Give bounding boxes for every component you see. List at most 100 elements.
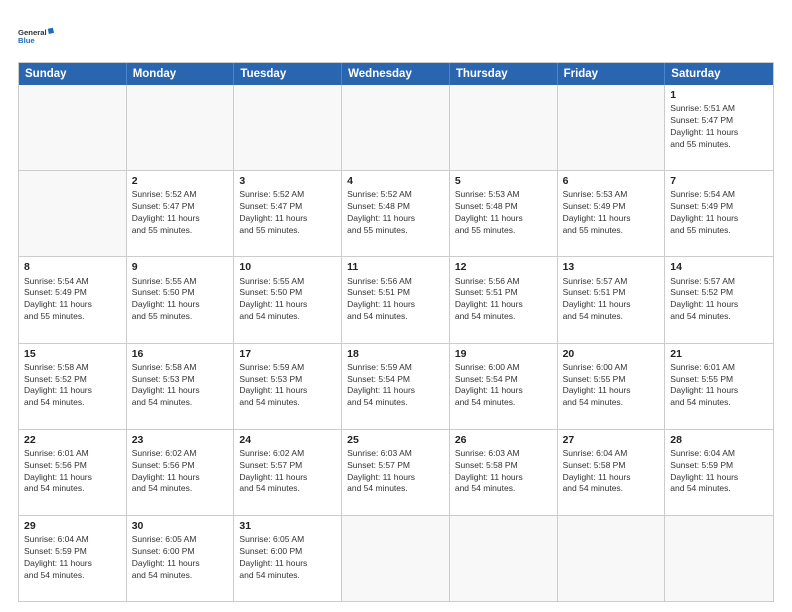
- day-num: 30: [132, 519, 229, 533]
- day-num: 24: [239, 433, 336, 447]
- day-num: 19: [455, 347, 552, 361]
- day-num: 21: [670, 347, 768, 361]
- calendar: SundayMondayTuesdayWednesdayThursdayFrid…: [18, 62, 774, 602]
- cal-cell-empty: [665, 516, 773, 601]
- cell-text: Sunrise: 5:54 AMSunset: 5:49 PMDaylight:…: [24, 276, 92, 322]
- day-num: 17: [239, 347, 336, 361]
- day-num: 11: [347, 260, 444, 274]
- cal-week-1: 2 Sunrise: 5:52 AMSunset: 5:47 PMDaylight…: [19, 170, 773, 256]
- cell-text: Sunrise: 5:56 AMSunset: 5:51 PMDaylight:…: [347, 276, 415, 322]
- cell-text: Sunrise: 6:04 AMSunset: 5:59 PMDaylight:…: [24, 534, 92, 580]
- cell-text: Sunrise: 6:04 AMSunset: 5:59 PMDaylight:…: [670, 448, 738, 494]
- cell-text: Sunrise: 6:01 AMSunset: 5:56 PMDaylight:…: [24, 448, 92, 494]
- cal-week-5: 29Sunrise: 6:04 AMSunset: 5:59 PMDayligh…: [19, 515, 773, 601]
- cal-cell-6: 6Sunrise: 5:53 AMSunset: 5:49 PMDaylight…: [558, 171, 666, 256]
- day-num: 4: [347, 174, 444, 188]
- cell-text: Sunrise: 6:03 AMSunset: 5:58 PMDaylight:…: [455, 448, 523, 494]
- cell-text: Sunrise: 6:02 AMSunset: 5:57 PMDaylight:…: [239, 448, 307, 494]
- cell-text: Sunrise: 5:52 AMSunset: 5:48 PMDaylight:…: [347, 189, 415, 235]
- cell-text: Sunrise: 5:56 AMSunset: 5:51 PMDaylight:…: [455, 276, 523, 322]
- cal-cell-1: 1Sunrise: 5:51 AMSunset: 5:47 PMDaylight…: [665, 85, 773, 170]
- calendar-header-row: SundayMondayTuesdayWednesdayThursdayFrid…: [19, 63, 773, 85]
- svg-text:General: General: [18, 28, 47, 37]
- cal-cell-26: 26Sunrise: 6:03 AMSunset: 5:58 PMDayligh…: [450, 430, 558, 515]
- cal-cell-19: 19Sunrise: 6:00 AMSunset: 5:54 PMDayligh…: [450, 344, 558, 429]
- cal-cell-empty: [558, 85, 666, 170]
- cell-text: Sunrise: 5:55 AMSunset: 5:50 PMDaylight:…: [132, 276, 200, 322]
- cell-text: Sunrise: 5:58 AMSunset: 5:53 PMDaylight:…: [132, 362, 200, 408]
- cell-text: Sunrise: 6:04 AMSunset: 5:58 PMDaylight:…: [563, 448, 631, 494]
- day-num: 14: [670, 260, 768, 274]
- cell-text: Sunrise: 5:51 AMSunset: 5:47 PMDaylight:…: [670, 103, 738, 149]
- cell-text: Sunrise: 6:00 AMSunset: 5:54 PMDaylight:…: [455, 362, 523, 408]
- cal-header-saturday: Saturday: [665, 63, 773, 85]
- cal-cell-empty: [558, 516, 666, 601]
- cell-text: Sunrise: 5:59 AMSunset: 5:54 PMDaylight:…: [347, 362, 415, 408]
- cal-week-2: 8Sunrise: 5:54 AMSunset: 5:49 PMDaylight…: [19, 256, 773, 342]
- cal-header-friday: Friday: [558, 63, 666, 85]
- cell-text: Sunrise: 5:57 AMSunset: 5:52 PMDaylight:…: [670, 276, 738, 322]
- cal-cell-14: 14 Sunrise: 5:57 AMSunset: 5:52 PMDayligh…: [665, 257, 773, 342]
- cal-header-sunday: Sunday: [19, 63, 127, 85]
- logo-svg: General Blue: [18, 18, 54, 54]
- day-num: 2: [132, 174, 229, 188]
- day-num: 6: [563, 174, 660, 188]
- cal-header-thursday: Thursday: [450, 63, 558, 85]
- cell-text: Sunrise: 5:53 AMSunset: 5:48 PMDaylight:…: [455, 189, 523, 235]
- cal-cell-3: 3Sunrise: 5:52 AMSunset: 5:47 PMDaylight…: [234, 171, 342, 256]
- cell-text: Sunrise: 6:00 AMSunset: 5:55 PMDaylight:…: [563, 362, 631, 408]
- svg-text:Blue: Blue: [18, 36, 35, 45]
- cal-cell-22: 22Sunrise: 6:01 AMSunset: 5:56 PMDayligh…: [19, 430, 127, 515]
- cal-cell-28: 28Sunrise: 6:04 AMSunset: 5:59 PMDayligh…: [665, 430, 773, 515]
- cal-cell-31: 31Sunrise: 6:05 AMSunset: 6:00 PMDayligh…: [234, 516, 342, 601]
- cal-cell-7: 7Sunrise: 5:54 AMSunset: 5:49 PMDaylight…: [665, 171, 773, 256]
- cal-cell-2: 2Sunrise: 5:52 AMSunset: 5:47 PMDaylight…: [127, 171, 235, 256]
- day-num: 27: [563, 433, 660, 447]
- cell-text: Sunrise: 6:03 AMSunset: 5:57 PMDaylight:…: [347, 448, 415, 494]
- cal-cell-8: 8Sunrise: 5:54 AMSunset: 5:49 PMDaylight…: [19, 257, 127, 342]
- day-num: 28: [670, 433, 768, 447]
- day-num: 1: [670, 88, 768, 102]
- day-num: 16: [132, 347, 229, 361]
- cell-text: Sunrise: 5:53 AMSunset: 5:49 PMDaylight:…: [563, 189, 631, 235]
- cell-text: Sunrise: 5:59 AMSunset: 5:53 PMDaylight:…: [239, 362, 307, 408]
- day-num: 3: [239, 174, 336, 188]
- day-num: 25: [347, 433, 444, 447]
- day-num: 12: [455, 260, 552, 274]
- cal-cell-empty: [342, 85, 450, 170]
- cell-text: Sunrise: 5:57 AMSunset: 5:51 PMDaylight:…: [563, 276, 631, 322]
- cal-cell-18: 18Sunrise: 5:59 AMSunset: 5:54 PMDayligh…: [342, 344, 450, 429]
- cal-cell-24: 24Sunrise: 6:02 AMSunset: 5:57 PMDayligh…: [234, 430, 342, 515]
- cal-cell-4: 4Sunrise: 5:52 AMSunset: 5:48 PMDaylight…: [342, 171, 450, 256]
- calendar-body: 1Sunrise: 5:51 AMSunset: 5:47 PMDaylight…: [19, 85, 773, 601]
- cal-cell-21: 21Sunrise: 6:01 AMSunset: 5:55 PMDayligh…: [665, 344, 773, 429]
- cal-cell-empty: [19, 85, 127, 170]
- cal-header-tuesday: Tuesday: [234, 63, 342, 85]
- day-num: 22: [24, 433, 121, 447]
- cal-cell-9: 9Sunrise: 5:55 AMSunset: 5:50 PMDaylight…: [127, 257, 235, 342]
- cell-text: Sunrise: 5:58 AMSunset: 5:52 PMDaylight:…: [24, 362, 92, 408]
- cal-cell-10: 10Sunrise: 5:55 AMSunset: 5:50 PMDayligh…: [234, 257, 342, 342]
- cal-cell-27: 27Sunrise: 6:04 AMSunset: 5:58 PMDayligh…: [558, 430, 666, 515]
- cal-cell-29: 29Sunrise: 6:04 AMSunset: 5:59 PMDayligh…: [19, 516, 127, 601]
- day-num: 5: [455, 174, 552, 188]
- cal-cell-15: 15Sunrise: 5:58 AMSunset: 5:52 PMDayligh…: [19, 344, 127, 429]
- cal-cell-empty: [234, 85, 342, 170]
- cal-header-wednesday: Wednesday: [342, 63, 450, 85]
- cal-cell-17: 17Sunrise: 5:59 AMSunset: 5:53 PMDayligh…: [234, 344, 342, 429]
- cal-cell-20: 20Sunrise: 6:00 AMSunset: 5:55 PMDayligh…: [558, 344, 666, 429]
- day-num: 29: [24, 519, 121, 533]
- day-num: 31: [239, 519, 336, 533]
- cell-text: Sunrise: 5:55 AMSunset: 5:50 PMDaylight:…: [239, 276, 307, 322]
- cell-text: Sunrise: 6:02 AMSunset: 5:56 PMDaylight:…: [132, 448, 200, 494]
- logo: General Blue: [18, 18, 54, 54]
- cell-text: Sunrise: 5:52 AMSunset: 5:47 PMDaylight:…: [239, 189, 307, 235]
- cal-cell-empty: [450, 516, 558, 601]
- cal-cell-5: 5Sunrise: 5:53 AMSunset: 5:48 PMDaylight…: [450, 171, 558, 256]
- cal-cell-30: 30Sunrise: 6:05 AMSunset: 6:00 PMDayligh…: [127, 516, 235, 601]
- day-num: 7: [670, 174, 768, 188]
- cal-cell-empty: [127, 85, 235, 170]
- day-num: 23: [132, 433, 229, 447]
- cal-cell-12: 12 Sunrise: 5:56 AMSunset: 5:51 PMDayligh…: [450, 257, 558, 342]
- cal-cell-empty: [342, 516, 450, 601]
